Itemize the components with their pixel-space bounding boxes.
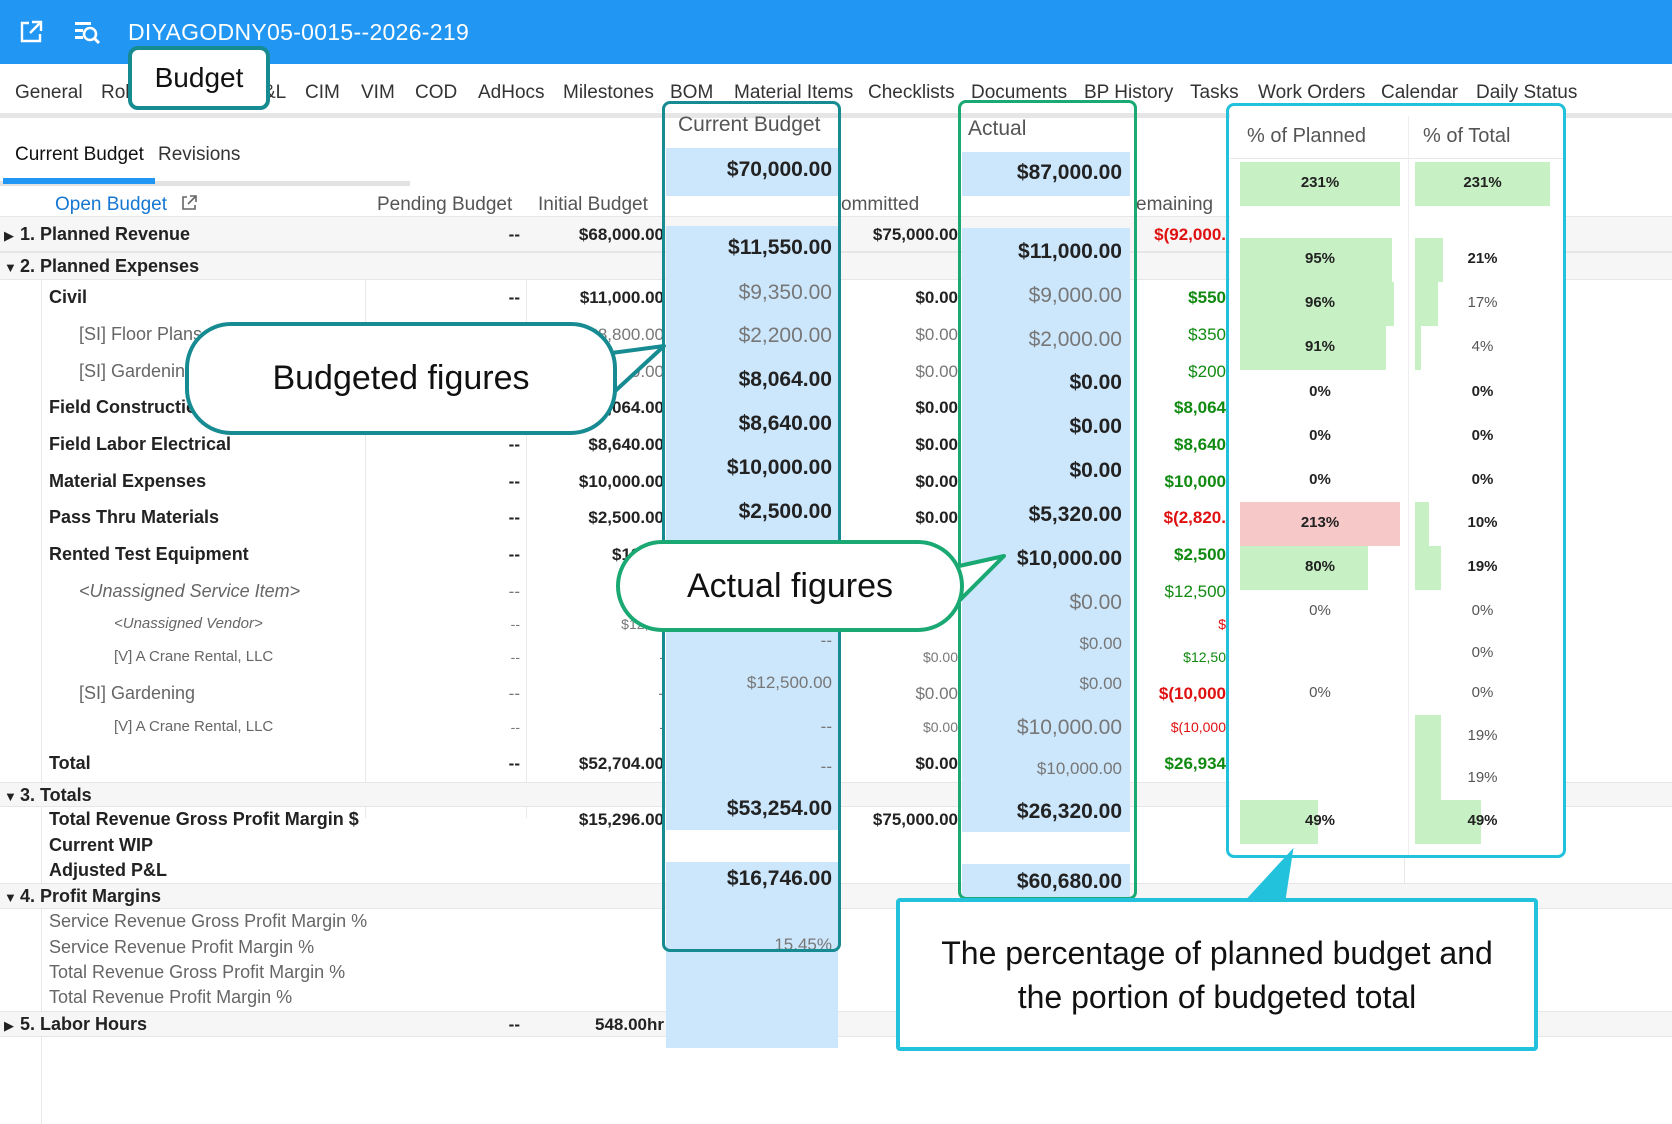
app-window: DIYAGODNY05-0015--2026-219 General Rol &…: [0, 0, 1672, 1124]
note-line-1: The percentage of planned budget and: [941, 934, 1493, 971]
note-line-2: the portion of budgeted total: [1017, 978, 1417, 1015]
note-percentage-columns: The percentage of planned budget and the …: [896, 898, 1538, 1051]
